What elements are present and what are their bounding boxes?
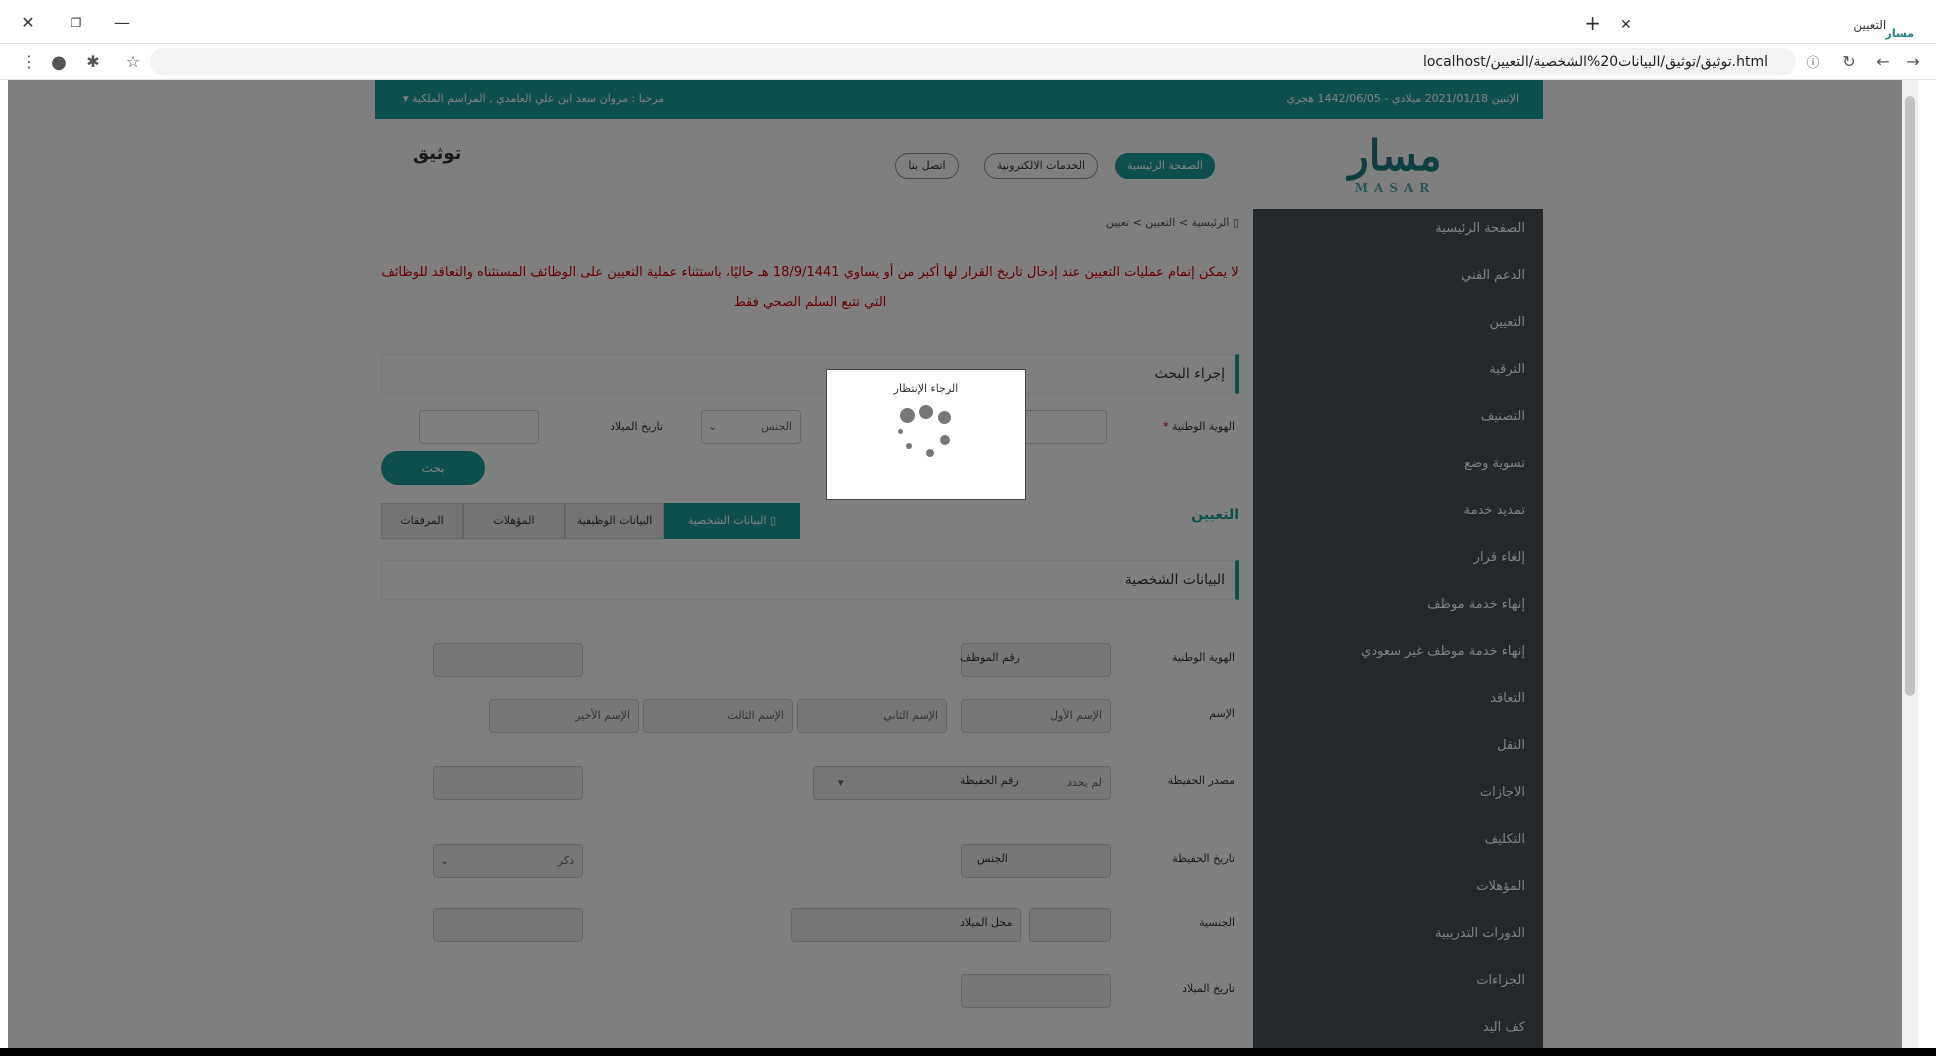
page-viewport: الإثنين 2021/01/18 ميلادي - 1442/06/05 ه… — [8, 80, 1918, 1048]
forward-icon[interactable]: → — [1902, 52, 1924, 71]
address-bar[interactable]: localhost/توثيق/توثيق/البيانات20%الشخصية… — [150, 48, 1796, 76]
browser-tabbar: ✕ ❐ — + مسار التعيين ✕ — [0, 0, 1936, 44]
loading-dialog: الرجاء الإنتظار — [826, 369, 1026, 500]
browser-tab[interactable]: مسار التعيين ✕ — [1608, 10, 1928, 42]
close-window-icon[interactable]: ✕ — [14, 12, 42, 34]
extensions-icon[interactable]: ✱ — [82, 52, 104, 71]
loading-spinner-icon — [896, 405, 956, 465]
taskbar-edge — [0, 1048, 1936, 1056]
restore-window-icon[interactable]: ❐ — [62, 12, 90, 34]
tab-close-icon[interactable]: ✕ — [1620, 10, 1632, 40]
minimize-window-icon[interactable]: — — [108, 12, 136, 34]
menu-dots-icon[interactable]: ⋮ — [18, 52, 40, 71]
scrollbar-thumb[interactable] — [1905, 96, 1915, 696]
browser-toolbar: ⋮ ● ✱ ☆ localhost/توثيق/توثيق/البيانات20… — [0, 44, 1936, 80]
site-info-icon[interactable]: ⓘ — [1802, 52, 1824, 71]
reload-icon[interactable]: ↻ — [1838, 52, 1860, 71]
new-tab-button[interactable]: + — [1584, 12, 1601, 34]
back-icon[interactable]: ← — [1872, 52, 1894, 71]
modal-backdrop — [8, 80, 1918, 1048]
url-text: localhost/توثيق/توثيق/البيانات20%الشخصية… — [1422, 54, 1768, 70]
profile-icon[interactable]: ● — [48, 52, 70, 73]
tab-title: التعيين — [1853, 18, 1887, 32]
loading-text: الرجاء الإنتظار — [893, 382, 959, 395]
bookmark-star-icon[interactable]: ☆ — [122, 52, 144, 71]
page-scrollbar[interactable] — [1902, 80, 1918, 1048]
masar-favicon-icon: مسار — [1885, 26, 1914, 40]
